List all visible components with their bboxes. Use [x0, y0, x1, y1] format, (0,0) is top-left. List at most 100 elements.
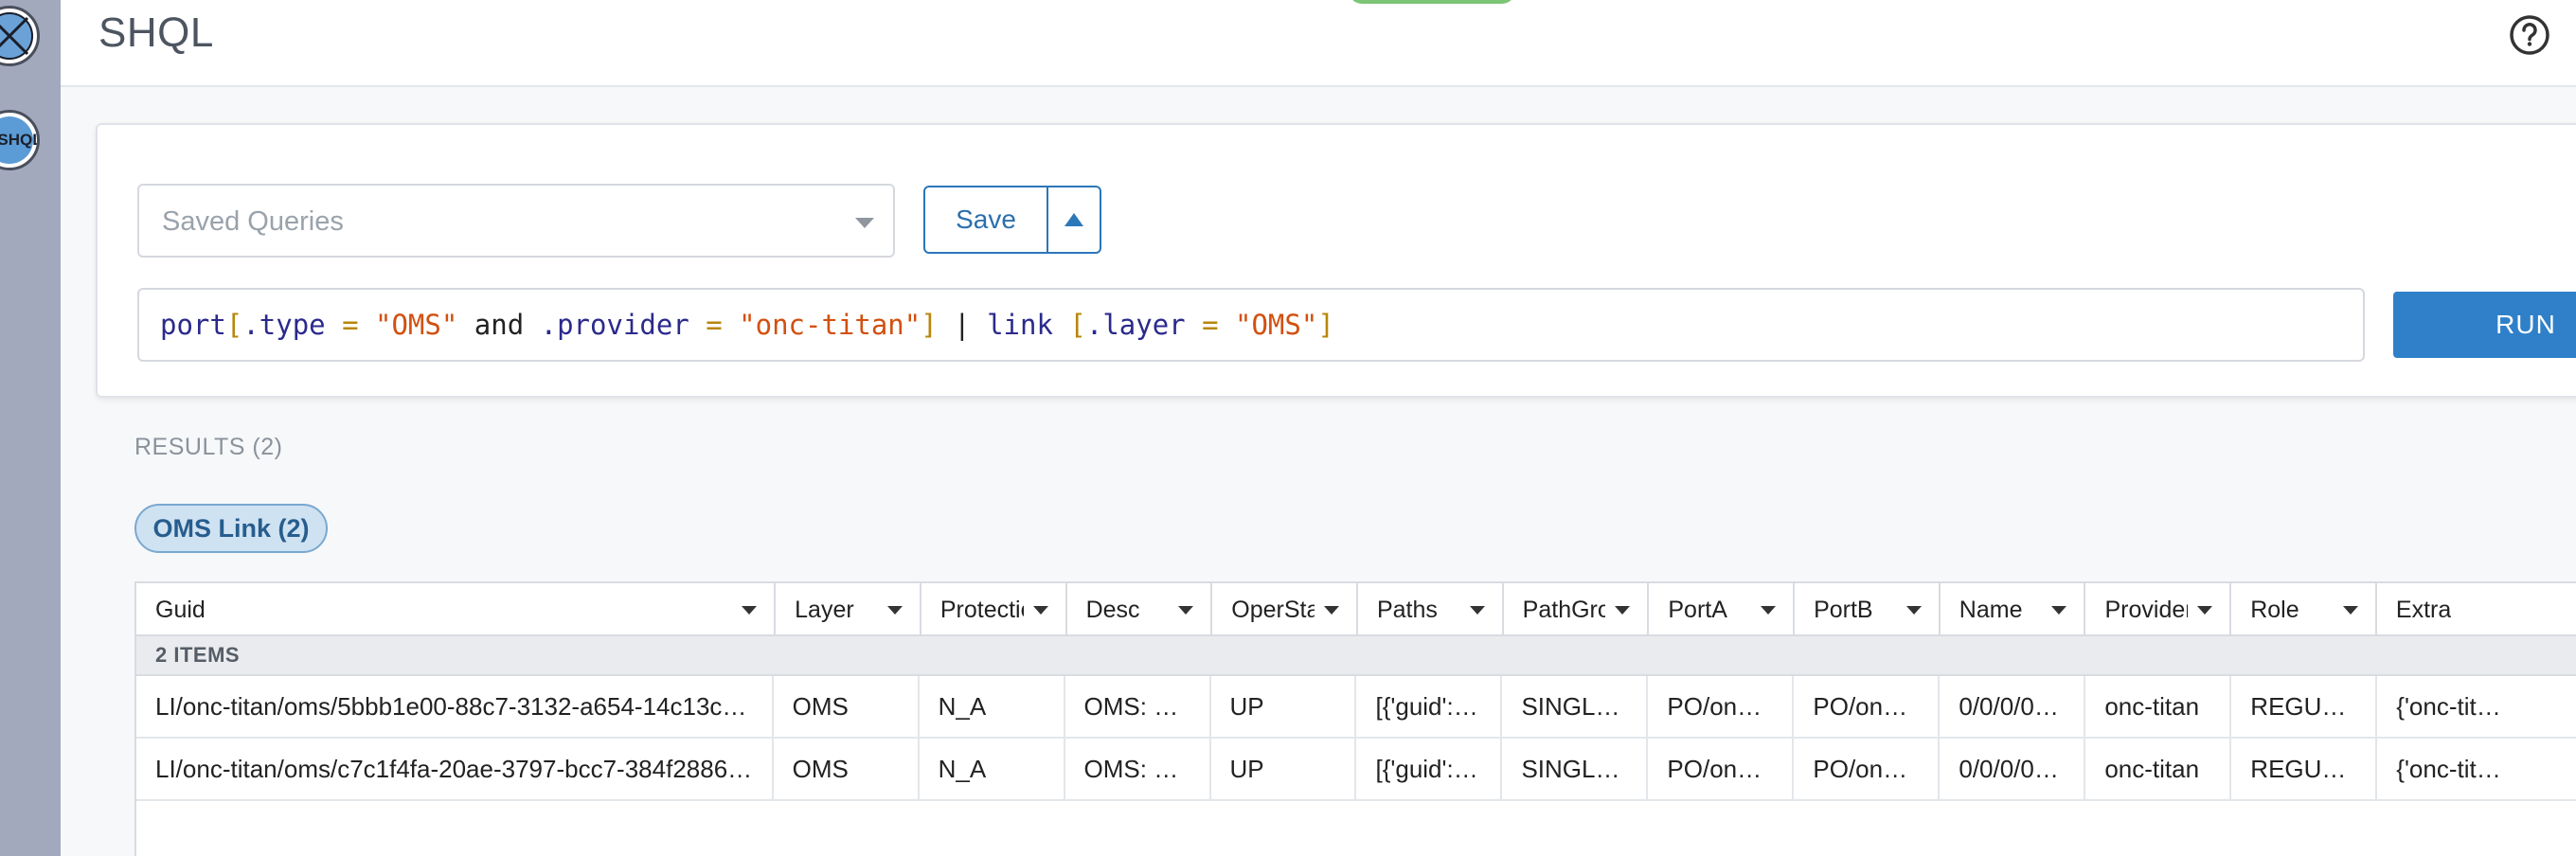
query-panel: Saved Queries Save port[.type = "OMS" an… [96, 123, 2576, 398]
sort-menu-icon[interactable] [1615, 606, 1631, 615]
table-cell-value: OMS: 0/… [1083, 691, 1190, 721]
table-cell-value: LI/onc-titan/oms/c7c1f4fa-20ae-3797-bcc7… [155, 754, 753, 783]
sort-menu-icon[interactable] [2197, 606, 2213, 615]
results-heading: RESULTS (2) [134, 434, 283, 460]
sort-menu-icon[interactable] [1761, 606, 1777, 615]
table-cell-value: SINGLE… [1521, 754, 1628, 783]
table-cell-value: PO/onc-… [1667, 691, 1774, 721]
page-header: SHQL [61, 0, 2576, 87]
table-cell: UP [1211, 739, 1357, 799]
column-header-label: Protectio [939, 596, 1024, 623]
table-cell: OMS [774, 739, 920, 799]
shql-app-icon-label: SHQL [0, 131, 37, 149]
table-cell-value: OMS: 0/… [1083, 754, 1190, 783]
query-token: ] [921, 309, 938, 341]
app-rail: SHQL [0, 0, 61, 856]
table-cell-value: onc-titan [2104, 691, 2200, 721]
column-header-label: Name [1959, 596, 2023, 623]
sort-menu-icon[interactable] [1323, 606, 1339, 615]
column-header-label: Guid [155, 596, 206, 623]
column-header-role[interactable]: Role [2231, 583, 2377, 636]
sort-menu-icon[interactable] [1469, 606, 1485, 615]
saved-queries-select[interactable]: Saved Queries [137, 184, 895, 258]
results-grid: Guid Layer Protectio Desc OperStat Paths PathG… [134, 581, 2576, 856]
table-cell: [{'guid':… [1356, 739, 1503, 799]
column-header-guid[interactable]: Guid [136, 583, 777, 636]
table-cell: SINGLE… [1502, 739, 1649, 799]
table-cell-value: {'onc-tit… [2396, 691, 2501, 721]
table-cell: onc-titan [2085, 739, 2232, 799]
status-pill[interactable] [1349, 0, 1515, 4]
table-row[interactable]: LI/onc-titan/oms/5bbb1e00-88c7-3132-a654… [136, 676, 2576, 739]
column-header-name[interactable]: Name [1941, 583, 2086, 636]
table-cell-value: N_A [938, 754, 987, 783]
result-tab-oms-link[interactable]: OMS Link (2) [134, 504, 328, 553]
table-cell: SINGLE… [1502, 676, 1649, 737]
column-header-pathgrou[interactable]: PathGrou [1504, 583, 1650, 636]
column-header-desc[interactable]: Desc [1067, 583, 1213, 636]
table-cell: UP [1211, 676, 1357, 737]
query-token: "OMS" [375, 309, 458, 341]
table-cell-value: UP [1229, 754, 1264, 783]
column-header-porta[interactable]: PortA [1649, 583, 1796, 636]
sort-menu-icon[interactable] [2342, 606, 2358, 615]
sort-menu-icon[interactable] [742, 606, 758, 615]
column-header-extra[interactable]: Extra [2377, 583, 2576, 636]
query-token: "onc-titan" [739, 309, 921, 341]
table-cell-value: PO/onc-… [1667, 754, 1774, 783]
table-cell: OMS [774, 676, 920, 737]
table-cell-value: REGULAR [2250, 691, 2356, 721]
run-button[interactable]: RUN [2393, 292, 2576, 358]
grid-header: Guid Layer Protectio Desc OperStat Paths PathG… [136, 583, 2576, 636]
query-token: port [160, 309, 226, 341]
query-token: and [457, 309, 541, 341]
query-input[interactable]: port[.type = "OMS" and .provider = "onc-… [137, 288, 2365, 362]
query-token: = [325, 309, 376, 341]
table-cell: {'onc-tit… [2377, 676, 2576, 737]
sort-menu-icon[interactable] [2051, 606, 2067, 615]
table-cell-value: [{'guid':… [1375, 754, 1478, 783]
table-cell: N_A [920, 676, 1065, 737]
globe-x-icon [0, 12, 33, 60]
shql-app-icon[interactable]: SHQL [0, 110, 40, 170]
column-header-label: Desc [1085, 596, 1140, 623]
column-header-portb[interactable]: PortB [1795, 583, 1941, 636]
table-cell: LI/onc-titan/oms/c7c1f4fa-20ae-3797-bcc7… [136, 739, 774, 799]
table-cell-value: [{'guid':… [1375, 691, 1478, 721]
save-button[interactable]: Save [925, 187, 1048, 252]
query-token: = [1185, 309, 1236, 341]
column-header-label: PortB [1814, 596, 1873, 623]
table-row[interactable]: LI/onc-titan/oms/c7c1f4fa-20ae-3797-bcc7… [136, 739, 2576, 801]
table-cell-value: N_A [938, 691, 987, 721]
help-icon[interactable] [2508, 13, 2551, 57]
table-cell-value: PO/onc-… [1813, 691, 1920, 721]
query-token: [ [225, 309, 243, 341]
column-header-label: Layer [795, 596, 854, 623]
sort-menu-icon[interactable] [1178, 606, 1194, 615]
query-token: "OMS" [1235, 309, 1318, 341]
column-header-label: Paths [1376, 596, 1438, 623]
column-header-operstat[interactable]: OperStat [1212, 583, 1358, 636]
items-count-bar: 2 ITEMS [136, 636, 2576, 676]
save-button-group: Save [923, 186, 1101, 254]
column-header-label: Extra [2395, 596, 2452, 623]
sort-menu-icon[interactable] [1032, 606, 1048, 615]
table-cell-value: SINGLE… [1521, 691, 1628, 721]
sort-menu-icon[interactable] [1905, 606, 1922, 615]
page-title: SHQL [98, 9, 214, 56]
column-header-layer[interactable]: Layer [776, 583, 921, 636]
column-header-paths[interactable]: Paths [1358, 583, 1504, 636]
table-cell: PO/onc-… [1648, 739, 1795, 799]
table-cell: PO/onc-… [1794, 676, 1941, 737]
sort-menu-icon[interactable] [886, 606, 903, 615]
network-app-icon[interactable] [0, 6, 40, 66]
table-cell-value: LI/onc-titan/oms/5bbb1e00-88c7-3132-a654… [155, 691, 753, 721]
save-options-toggle[interactable] [1048, 187, 1100, 252]
column-header-protectio[interactable]: Protectio [921, 583, 1067, 636]
column-header-provider[interactable]: Provider [2085, 583, 2232, 636]
saved-queries-placeholder: Saved Queries [162, 206, 344, 237]
table-cell-value: 0/0/0/0-… [1959, 691, 2066, 721]
query-token: .layer [1085, 309, 1186, 341]
table-cell: N_A [920, 739, 1065, 799]
query-token: | [937, 309, 988, 341]
